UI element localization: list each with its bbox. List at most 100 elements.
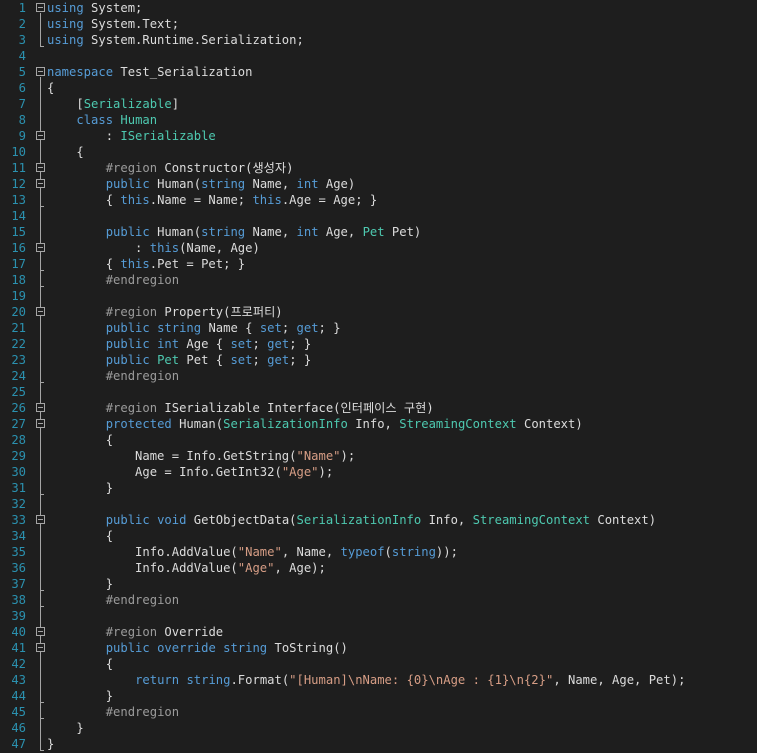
code-line[interactable]: 39 bbox=[0, 608, 757, 624]
line-number: 21 bbox=[11, 321, 26, 335]
code-line[interactable]: 2 using System.Text; bbox=[0, 16, 757, 32]
code-text: #endregion bbox=[47, 368, 179, 384]
code-text: public Human(string Name, int Age) bbox=[47, 176, 356, 192]
code-token: public bbox=[105, 641, 150, 655]
code-line[interactable]: 8 class Human bbox=[0, 112, 757, 128]
code-line[interactable]: 34 { bbox=[0, 528, 757, 544]
code-text: } bbox=[47, 688, 113, 704]
line-number: 39 bbox=[11, 609, 26, 623]
collapse-icon[interactable] bbox=[36, 307, 45, 316]
code-line[interactable]: 35 Info.AddValue("Name", Name, typeof(st… bbox=[0, 544, 757, 560]
code-line[interactable]: 27 protected Human(SerializationInfo Inf… bbox=[0, 416, 757, 432]
code-token: : bbox=[47, 241, 150, 255]
code-line[interactable]: 13 { this.Name = Name; this.Age = Age; } bbox=[0, 192, 757, 208]
code-line[interactable]: 12 public Human(string Name, int Age) bbox=[0, 176, 757, 192]
code-line[interactable]: 4 bbox=[0, 48, 757, 64]
collapse-icon[interactable] bbox=[36, 131, 45, 140]
code-line[interactable]: 20 #region Property(프로퍼티) bbox=[0, 304, 757, 320]
code-line[interactable]: 31 } bbox=[0, 480, 757, 496]
code-text: using System.Text; bbox=[47, 16, 179, 32]
code-line[interactable]: 3 using System.Runtime.Serialization; bbox=[0, 32, 757, 48]
code-token: Constructor(생성자) bbox=[157, 161, 294, 175]
code-text: using System.Runtime.Serialization; bbox=[47, 32, 304, 48]
line-number: 45 bbox=[11, 705, 26, 719]
code-line[interactable]: 6{ bbox=[0, 80, 757, 96]
line-number: 38 bbox=[11, 593, 26, 607]
collapse-icon[interactable] bbox=[36, 3, 45, 12]
code-line[interactable]: 15 public Human(string Name, int Age, Pe… bbox=[0, 224, 757, 240]
code-line[interactable]: 38 #endregion bbox=[0, 592, 757, 608]
collapse-icon[interactable] bbox=[36, 243, 45, 252]
code-text: } bbox=[47, 480, 113, 496]
code-line[interactable]: 41 public override string ToString() bbox=[0, 640, 757, 656]
collapse-icon[interactable] bbox=[36, 67, 45, 76]
code-line[interactable]: 47} bbox=[0, 736, 757, 752]
code-line[interactable]: 5 namespace Test_Serialization bbox=[0, 64, 757, 80]
code-line[interactable]: 26 #region ISerializable Interface(인터페이스… bbox=[0, 400, 757, 416]
code-line[interactable]: 40 #region Override bbox=[0, 624, 757, 640]
code-line[interactable]: 45 #endregion bbox=[0, 704, 757, 720]
code-text: using System; bbox=[47, 0, 142, 16]
collapse-icon[interactable] bbox=[36, 419, 45, 428]
code-line[interactable]: 11 #region Constructor(생성자) bbox=[0, 160, 757, 176]
code-line[interactable]: 32 bbox=[0, 496, 757, 512]
line-number: 19 bbox=[11, 289, 26, 303]
code-line[interactable]: 17 { this.Pet = Pet; } bbox=[0, 256, 757, 272]
line-number: 35 bbox=[11, 545, 26, 559]
code-text: public string Name { set; get; } bbox=[47, 320, 341, 336]
code-line[interactable]: 44 } bbox=[0, 688, 757, 704]
code-line[interactable]: 37 } bbox=[0, 576, 757, 592]
code-token: public bbox=[105, 353, 150, 367]
code-line[interactable]: 16 : this(Name, Age) bbox=[0, 240, 757, 256]
code-token: } bbox=[47, 481, 114, 495]
collapse-icon[interactable] bbox=[36, 179, 45, 188]
code-line[interactable]: 24 #endregion bbox=[0, 368, 757, 384]
code-line[interactable]: 18 #endregion bbox=[0, 272, 757, 288]
code-line[interactable]: 29 Name = Info.GetString("Name"); bbox=[0, 448, 757, 464]
code-line[interactable]: 19 bbox=[0, 288, 757, 304]
code-line[interactable]: 22 public int Age { set; get; } bbox=[0, 336, 757, 352]
code-line[interactable]: 43 return string.Format("[Human]\nName: … bbox=[0, 672, 757, 688]
line-number: 8 bbox=[18, 113, 26, 127]
code-line[interactable]: 30 Age = Info.GetInt32("Age"); bbox=[0, 464, 757, 480]
code-token: string bbox=[391, 545, 436, 559]
code-line[interactable]: 28 { bbox=[0, 432, 757, 448]
code-token: StreamingContext bbox=[472, 513, 591, 527]
collapse-icon[interactable] bbox=[36, 643, 45, 652]
code-line[interactable]: 7 [Serializable] bbox=[0, 96, 757, 112]
collapse-icon[interactable] bbox=[36, 403, 45, 412]
collapse-icon[interactable] bbox=[36, 627, 45, 636]
line-number: 26 bbox=[11, 401, 26, 415]
code-token: string bbox=[186, 673, 231, 687]
code-line[interactable]: 10 { bbox=[0, 144, 757, 160]
code-token: public bbox=[105, 225, 150, 239]
code-line[interactable]: 46 } bbox=[0, 720, 757, 736]
code-token: this bbox=[252, 193, 282, 207]
code-token: ; bbox=[281, 321, 297, 335]
code-text: { bbox=[47, 656, 113, 672]
code-line[interactable]: 23 public Pet Pet { set; get; } bbox=[0, 352, 757, 368]
code-line[interactable]: 21 public string Name { set; get; } bbox=[0, 320, 757, 336]
code-line[interactable]: 25 bbox=[0, 384, 757, 400]
code-line[interactable]: 36 Info.AddValue("Age", Age); bbox=[0, 560, 757, 576]
code-text: : ISerializable bbox=[47, 128, 216, 144]
code-line[interactable]: 14 bbox=[0, 208, 757, 224]
code-line[interactable]: 9 : ISerializable bbox=[0, 128, 757, 144]
collapse-icon[interactable] bbox=[36, 163, 45, 172]
line-number: 43 bbox=[11, 673, 26, 687]
collapse-icon[interactable] bbox=[36, 515, 45, 524]
code-token: set bbox=[230, 353, 253, 367]
code-token: { bbox=[47, 81, 55, 95]
code-token: { bbox=[47, 529, 114, 543]
code-line[interactable]: 1 using System; bbox=[0, 0, 757, 16]
code-line[interactable]: 33 public void GetObjectData(Serializati… bbox=[0, 512, 757, 528]
code-line[interactable]: 42 { bbox=[0, 656, 757, 672]
code-token: "Age" bbox=[281, 465, 319, 479]
line-number: 20 bbox=[11, 305, 26, 319]
code-editor[interactable]: 1 using System; 2 using System.Text; 3 using … bbox=[0, 0, 757, 753]
line-number: 46 bbox=[11, 721, 26, 735]
code-token: GetObjectData( bbox=[186, 513, 297, 527]
